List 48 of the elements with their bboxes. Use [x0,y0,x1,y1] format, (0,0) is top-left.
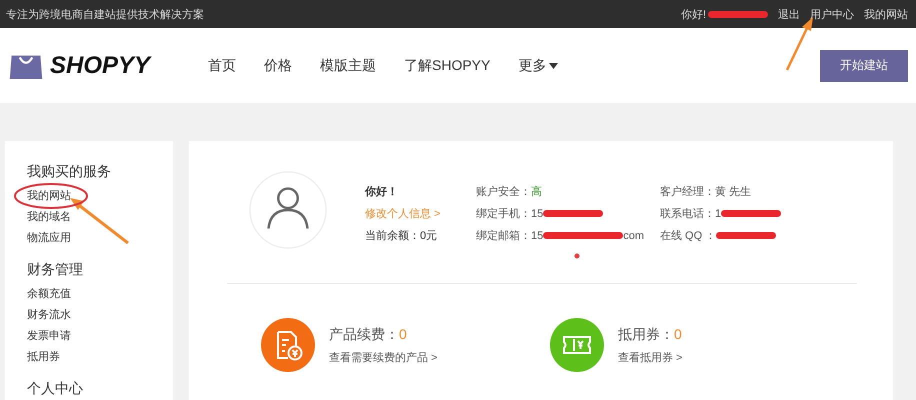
contact-value: 1 [715,208,722,220]
card-link[interactable]: 查看需要续费的产品 > [329,350,438,364]
card-link[interactable]: 查看抵用券 > [618,350,682,364]
card-label: 抵用券： [618,326,674,342]
nav-link[interactable]: 首页 [208,56,236,74]
email-label: 绑定邮箱： [476,228,531,243]
sidebar-item[interactable]: 发票申请 [27,326,71,347]
sidebar-item[interactable]: 财务流水 [27,305,71,326]
manager-text: 客户经理：黄 先生 [660,184,752,199]
contact-label: 联系电话： [660,206,715,221]
greeting-text: 你好！ [365,185,399,199]
slogan-text: 专注为跨境电商自建站提供技术解决方案 [6,8,204,22]
avatar-icon [249,171,327,249]
annotation-dot [574,254,580,258]
card-count: 0 [399,326,407,342]
greeting-text: 你好! [680,8,706,22]
sidebar-item[interactable]: 抵用券 [27,347,60,368]
sidebar-item[interactable]: 物流应用 [27,228,71,249]
redaction-mark [543,210,604,217]
nav-link[interactable]: 模版主题 [320,56,376,74]
nav-link[interactable]: 了解SHOPYY [404,56,490,74]
balance-text: 当前余额：0元 [365,228,438,243]
card-label: 产品续费： [329,326,399,342]
sidebar-heading: 财务管理 [27,261,83,279]
email-value: 15 [531,230,544,242]
email-domain: com [623,230,644,242]
redaction-mark [708,10,768,18]
annotation-arrow [70,198,129,244]
phone-label: 绑定手机： [476,206,531,221]
redaction-mark [721,210,782,217]
start-site-button[interactable]: 开始建站 [820,50,908,82]
redaction-mark [716,232,776,239]
top-link[interactable]: 我的网站 [864,6,908,22]
security-value: 高 [531,184,542,199]
qq-label: 在线 QQ ： [660,229,716,243]
nav-link[interactable]: 价格 [264,56,292,74]
top-link[interactable]: 用户中心 [810,6,854,22]
sidebar-item[interactable]: 余额充值 [27,284,71,305]
sidebar-item[interactable]: 我的域名 [27,207,71,228]
nav-link[interactable]: 更多 [518,56,558,74]
sidebar-heading: 我购买的服务 [27,163,111,181]
phone-value: 15 [531,208,544,220]
sidebar-heading: 个人中心 [27,380,83,398]
top-link[interactable]: 退出 [778,6,800,22]
logo-text[interactable]: SHOPYY [50,52,150,80]
sidebar-item[interactable]: 我的网站 [27,186,71,207]
security-label: 账户安全： [476,184,531,199]
card-count: 0 [674,326,682,342]
